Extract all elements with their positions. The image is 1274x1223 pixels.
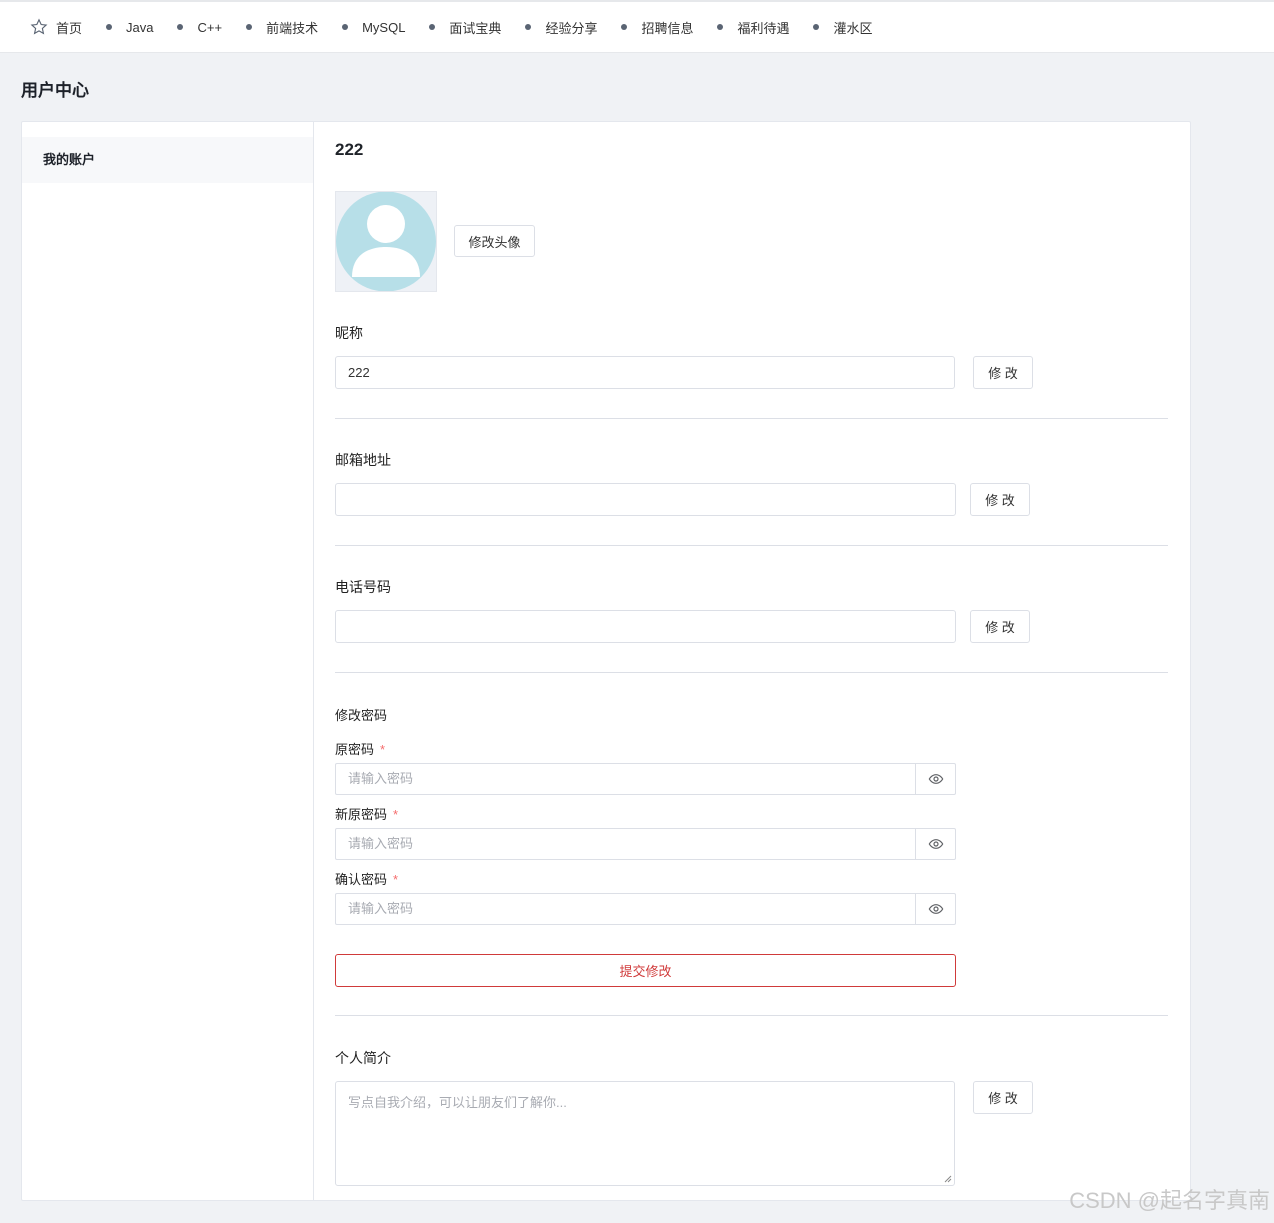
change-password-label: 修改密码 <box>335 708 388 723</box>
new-password-placeholder: 请输入密码 <box>348 836 414 851</box>
bullet-icon <box>813 24 820 30</box>
required-mark: * <box>393 872 399 887</box>
sidebar: 我的账户 <box>22 122 314 1200</box>
bullet-icon <box>342 24 349 30</box>
new-password-label: 新原密码 * <box>335 804 398 823</box>
nav-item-label: 经验分享 <box>545 20 598 36</box>
required-mark: * <box>380 742 386 757</box>
nav-item-label: 福利待遇 <box>737 20 790 36</box>
phone-field[interactable] <box>335 610 956 643</box>
toggle-visibility-button[interactable] <box>915 764 955 794</box>
bio-edit-button[interactable]: 修 改 <box>973 1081 1033 1114</box>
nav-item-label: C++ <box>197 19 223 35</box>
bullet-icon <box>621 24 628 30</box>
account-card: 我的账户 222 修改头像 昵称 222 修 改 邮箱地址 修 改 电话号码 修… <box>21 121 1191 1201</box>
nav-item-label: 灌水区 <box>833 20 873 36</box>
eye-icon <box>928 774 943 784</box>
resize-handle-icon[interactable] <box>944 1175 952 1183</box>
old-password-label-text: 原密码 <box>335 742 375 757</box>
nickname-edit-button[interactable]: 修 改 <box>973 356 1033 389</box>
old-password-field[interactable]: 请输入密码 <box>335 763 956 795</box>
new-password-field[interactable]: 请输入密码 <box>335 828 956 860</box>
old-password-placeholder: 请输入密码 <box>348 771 414 786</box>
confirm-password-placeholder: 请输入密码 <box>348 901 414 916</box>
star-icon <box>30 18 48 35</box>
nav-item-label: 前端技术 <box>266 20 319 36</box>
phone-label: 电话号码 <box>335 579 391 595</box>
divider <box>335 672 1168 673</box>
nav-item-label: 招聘信息 <box>641 20 694 36</box>
confirm-password-label: 确认密码 * <box>335 869 398 888</box>
nav-item-forum[interactable]: 灌水区 <box>813 18 873 37</box>
confirm-password-field[interactable]: 请输入密码 <box>335 893 956 925</box>
nav-item-label: 面试宝典 <box>449 20 502 36</box>
sidebar-item-my-account[interactable]: 我的账户 <box>22 137 313 183</box>
username-heading: 222 <box>335 140 364 159</box>
divider <box>335 545 1168 546</box>
nav-item-mysql[interactable]: MySQL <box>342 20 405 35</box>
nav-item-experience[interactable]: 经验分享 <box>525 18 597 37</box>
bullet-icon <box>246 24 253 30</box>
bullet-icon <box>525 24 532 30</box>
email-label: 邮箱地址 <box>335 452 391 468</box>
nav-item-label: 首页 <box>56 20 83 36</box>
bullet-icon <box>717 24 724 30</box>
eye-icon <box>928 904 943 914</box>
bullet-icon <box>177 24 184 30</box>
nickname-field[interactable]: 222 <box>335 356 955 389</box>
submit-password-button[interactable]: 提交修改 <box>335 954 956 987</box>
toggle-visibility-button[interactable] <box>915 894 955 924</box>
nav-item-benefits[interactable]: 福利待遇 <box>717 18 789 37</box>
nav-item-interview[interactable]: 面试宝典 <box>429 18 501 37</box>
new-password-label-text: 新原密码 <box>335 807 388 822</box>
nav-item-label: MySQL <box>362 19 406 35</box>
nickname-label: 昵称 <box>335 325 363 341</box>
nav-item-cpp[interactable]: C++ <box>177 20 222 35</box>
nav-item-java[interactable]: Java <box>106 20 153 35</box>
page-title: 用户中心 <box>21 81 89 100</box>
nav-item-jobs[interactable]: 招聘信息 <box>621 18 693 37</box>
bio-label: 个人简介 <box>335 1050 391 1066</box>
watermark: CSDN @起名字真南 <box>1069 1188 1270 1213</box>
confirm-password-label-text: 确认密码 <box>335 872 388 887</box>
divider <box>335 418 1168 419</box>
eye-icon <box>928 839 943 849</box>
email-edit-button[interactable]: 修 改 <box>970 483 1030 516</box>
nav-item-home[interactable]: 首页 <box>30 18 82 37</box>
required-mark: * <box>393 807 399 822</box>
avatar <box>335 191 437 292</box>
change-avatar-button[interactable]: 修改头像 <box>454 225 535 257</box>
bullet-icon <box>429 24 436 30</box>
bio-textarea[interactable]: 写点自我介绍，可以让朋友们了解你... <box>335 1081 955 1186</box>
email-field[interactable] <box>335 483 956 516</box>
bio-placeholder: 写点自我介绍，可以让朋友们了解你... <box>348 1095 567 1110</box>
top-navigation: 首页 Java C++ 前端技术 MySQL 面试宝典 经验分享 招聘信息 福利… <box>0 0 1274 53</box>
divider <box>335 1015 1168 1016</box>
phone-edit-button[interactable]: 修 改 <box>970 610 1030 643</box>
nav-item-label: Java <box>126 19 154 35</box>
user-avatar-icon <box>336 191 436 292</box>
old-password-label: 原密码 * <box>335 739 385 758</box>
bullet-icon <box>106 24 113 30</box>
nav-item-frontend[interactable]: 前端技术 <box>246 18 318 37</box>
toggle-visibility-button[interactable] <box>915 829 955 859</box>
